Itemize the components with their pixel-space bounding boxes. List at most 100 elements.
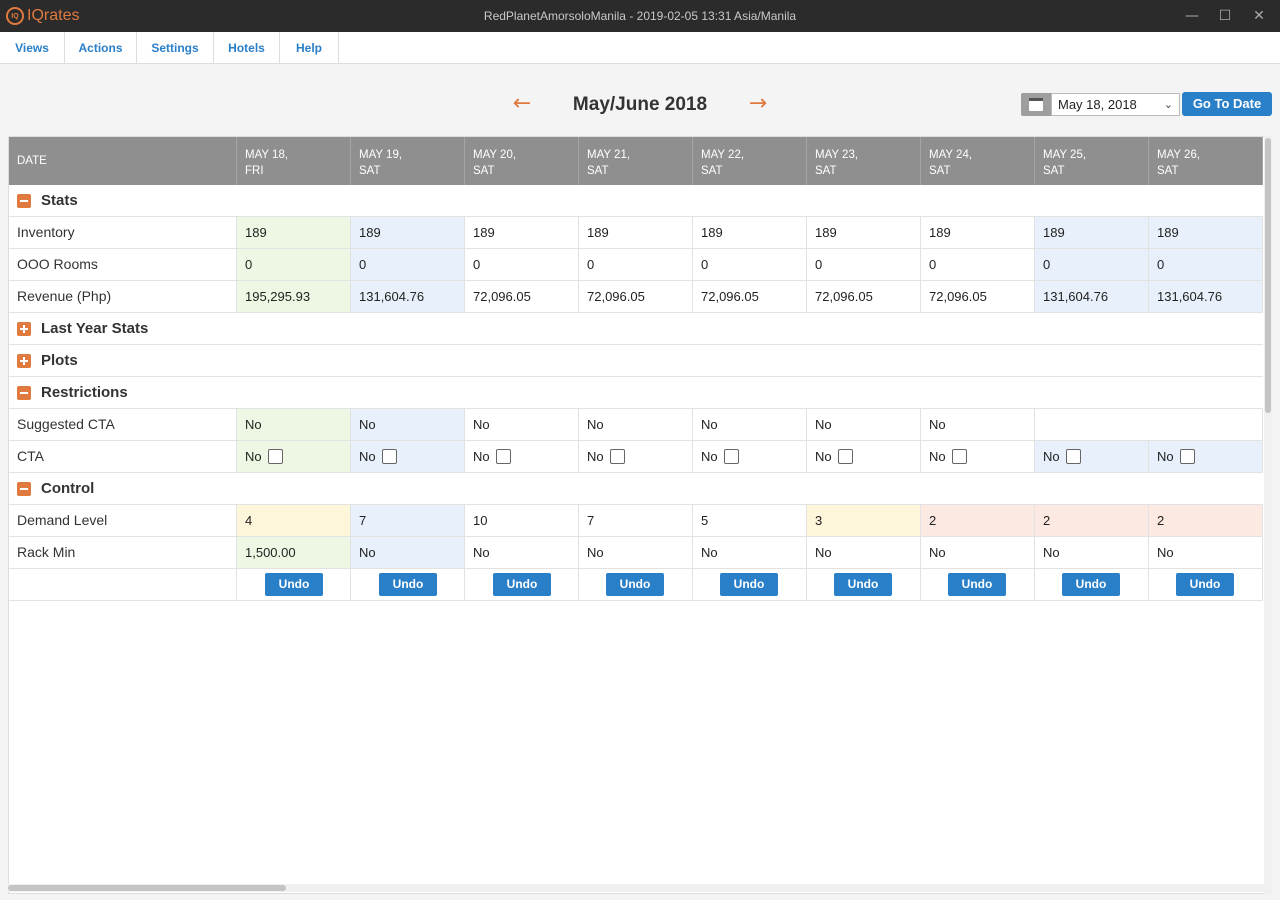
collapse-icon[interactable] [17,385,31,400]
cta-checkbox[interactable] [267,448,283,464]
revenue-cell[interactable]: 72,096.05 [465,281,579,312]
ooo-cell[interactable]: 0 [807,249,921,280]
inventory-cell[interactable]: 189 [1035,217,1149,248]
cta-checkbox[interactable] [1179,448,1195,464]
inventory-cell[interactable]: 189 [1149,217,1263,248]
date-header-line2: SAT [1043,165,1065,177]
demand-cell[interactable]: 2 [1035,505,1149,536]
demand-cell[interactable]: 7 [351,505,465,536]
cta-checkbox[interactable] [609,448,625,464]
revenue-cell[interactable]: 131,604.76 [1035,281,1149,312]
inventory-cell[interactable]: 189 [807,217,921,248]
section-restrictions[interactable]: Restrictions [9,377,1263,409]
menu-hotels[interactable]: Hotels [214,32,280,64]
undo-cell: Undo [351,569,465,600]
vertical-scroll-thumb[interactable] [1265,138,1271,413]
minimize-icon[interactable]: — [1181,6,1203,26]
rack-min-cell[interactable]: No [693,537,807,568]
undo-button[interactable]: Undo [834,573,892,596]
expand-icon[interactable] [17,353,31,368]
next-period-arrow-icon[interactable]: → [746,92,770,116]
suggested-cta-cell: No [351,409,465,440]
ooo-cell[interactable]: 0 [465,249,579,280]
section-stats-label[interactable]: Stats [17,185,78,216]
rack-min-cell[interactable]: No [579,537,693,568]
calendar-button[interactable] [1021,93,1051,116]
rack-min-cell[interactable]: No [807,537,921,568]
cta-cell: No [921,441,1035,472]
revenue-cell[interactable]: 72,096.05 [579,281,693,312]
cta-checkbox[interactable] [951,448,967,464]
ooo-cell[interactable]: 0 [1149,249,1263,280]
inventory-cell[interactable]: 189 [237,217,351,248]
cta-checkbox[interactable] [495,448,511,464]
inventory-cell[interactable]: 189 [351,217,465,248]
undo-button[interactable]: Undo [1176,573,1234,596]
expand-icon[interactable] [17,321,31,336]
revenue-cell[interactable]: 72,096.05 [921,281,1035,312]
collapse-icon[interactable] [17,193,31,208]
demand-cell[interactable]: 2 [921,505,1035,536]
cta-checkbox[interactable] [1065,448,1081,464]
rack-min-cell[interactable]: No [1035,537,1149,568]
ooo-cell[interactable]: 0 [237,249,351,280]
inventory-cell[interactable]: 189 [465,217,579,248]
ooo-cell[interactable]: 0 [579,249,693,280]
menu-help[interactable]: Help [280,32,339,64]
undo-button[interactable]: Undo [720,573,778,596]
undo-button[interactable]: Undo [493,573,551,596]
undo-button[interactable]: Undo [606,573,664,596]
section-plots-label[interactable]: Plots [17,345,78,376]
undo-button[interactable]: Undo [265,573,323,596]
ooo-cell[interactable]: 0 [351,249,465,280]
section-plots[interactable]: Plots [9,345,1263,377]
maximize-icon[interactable]: ☐ [1214,6,1236,26]
demand-cell[interactable]: 7 [579,505,693,536]
cta-checkbox[interactable] [837,448,853,464]
section-control-label[interactable]: Control [17,473,94,504]
inventory-cell[interactable]: 189 [579,217,693,248]
revenue-cell[interactable]: 195,295.93 [237,281,351,312]
section-last-year-stats[interactable]: Last Year Stats [9,313,1263,345]
rack-min-cell[interactable]: No [465,537,579,568]
demand-cell[interactable]: 10 [465,505,579,536]
revenue-cell[interactable]: 72,096.05 [807,281,921,312]
revenue-cell[interactable]: 131,604.76 [351,281,465,312]
horizontal-scroll-thumb[interactable] [8,885,286,891]
rack-min-cell[interactable]: 1,500.00 [237,537,351,568]
menu-settings[interactable]: Settings [137,32,214,64]
section-control[interactable]: Control [9,473,1263,505]
section-last-year-label[interactable]: Last Year Stats [17,313,148,344]
ooo-cell[interactable]: 0 [1035,249,1149,280]
menu-views[interactable]: Views [0,32,65,64]
revenue-cell[interactable]: 131,604.76 [1149,281,1263,312]
undo-button[interactable]: Undo [1062,573,1120,596]
undo-button[interactable]: Undo [948,573,1006,596]
demand-cell[interactable]: 2 [1149,505,1263,536]
go-to-date-button[interactable]: Go To Date [1182,92,1272,116]
ooo-cell[interactable]: 0 [693,249,807,280]
demand-cell[interactable]: 3 [807,505,921,536]
revenue-cell[interactable]: 72,096.05 [693,281,807,312]
inventory-cell[interactable]: 189 [693,217,807,248]
undo-button[interactable]: Undo [379,573,437,596]
cta-checkbox[interactable] [381,448,397,464]
menu-actions[interactable]: Actions [65,32,137,64]
section-restrictions-label[interactable]: Restrictions [17,377,128,408]
suggested-cta-cell: No [807,409,921,440]
rack-min-cell[interactable]: No [921,537,1035,568]
collapse-icon[interactable] [17,481,31,496]
section-stats[interactable]: Stats [9,185,1263,217]
demand-cell[interactable]: 5 [693,505,807,536]
rack-min-cell[interactable]: No [1149,537,1263,568]
inventory-cell[interactable]: 189 [921,217,1035,248]
cta-checkbox[interactable] [723,448,739,464]
close-icon[interactable]: ✕ [1248,6,1270,26]
undo-cell: Undo [465,569,579,600]
ooo-cell[interactable]: 0 [921,249,1035,280]
row-label: Revenue (Php) [9,281,237,312]
prev-period-arrow-icon[interactable]: ← [510,92,534,116]
date-select[interactable]: May 18, 2018 ⌄ [1051,93,1180,116]
rack-min-cell[interactable]: No [351,537,465,568]
demand-cell[interactable]: 4 [237,505,351,536]
